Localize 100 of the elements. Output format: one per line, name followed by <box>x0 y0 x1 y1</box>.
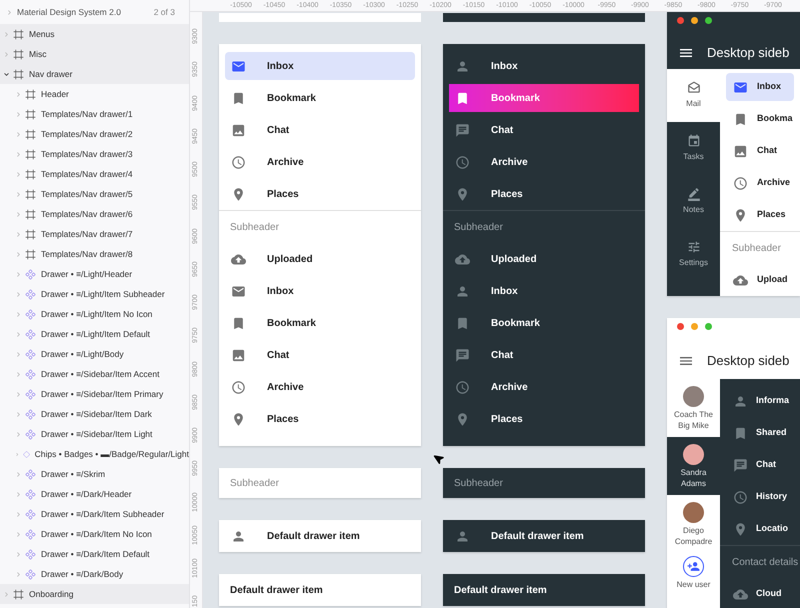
layer-row[interactable]: Drawer • ≡/Dark/Item No Icon <box>0 524 189 544</box>
drawer-item[interactable]: Bookmark <box>225 84 415 112</box>
layer-row[interactable]: Drawer • ≡/Sidebar/Item Primary <box>0 384 189 404</box>
caret-right-icon[interactable] <box>15 210 22 218</box>
drawer-item[interactable]: Cloud <box>726 580 794 608</box>
caret-right-icon[interactable] <box>6 8 13 16</box>
drawer-item[interactable]: Places <box>225 180 415 208</box>
layer-row[interactable]: Drawer • ≡/Light/Item No Icon <box>0 304 189 324</box>
caret-right-icon[interactable] <box>15 110 22 118</box>
drawer-item-component: Default drawer item <box>443 574 645 606</box>
rail-item[interactable]: Mail <box>667 69 720 122</box>
drawer-item[interactable]: Inbox <box>225 52 415 80</box>
layer-row[interactable]: Drawer • ≡/Skrim <box>0 464 189 484</box>
drawer-item[interactable]: Informa <box>726 387 794 415</box>
drawer-item[interactable]: Places <box>726 201 794 229</box>
layer-row[interactable]: Templates/Nav drawer/2 <box>0 124 189 144</box>
drawer-item[interactable]: Chat <box>449 116 639 144</box>
caret-right-icon[interactable] <box>15 390 22 398</box>
frame-icon <box>13 68 24 80</box>
layer-row[interactable]: Drawer • ≡/Sidebar/Item Light <box>0 424 189 444</box>
drawer-item[interactable]: Chat <box>726 137 794 165</box>
drawer-item[interactable]: Uploaded <box>225 245 415 273</box>
drawer-item[interactable]: Archive <box>449 373 639 401</box>
caret-right-icon[interactable] <box>15 570 22 578</box>
caret-right-icon[interactable] <box>15 190 22 198</box>
drawer-item[interactable]: Uploaded <box>449 245 639 273</box>
drawer-item[interactable]: History <box>726 483 794 511</box>
layer-row[interactable]: Templates/Nav drawer/5 <box>0 184 189 204</box>
drawer-item[interactable]: Archive <box>225 148 415 176</box>
caret-right-icon[interactable] <box>15 310 22 318</box>
layer-row[interactable]: Drawer • ≡/Light/Body <box>0 344 189 364</box>
contact-rail-item[interactable]: Sandra Adams <box>667 437 720 495</box>
layer-row[interactable]: Drawer • ≡/Sidebar/Item Accent <box>0 364 189 384</box>
caret-right-icon[interactable] <box>15 510 22 518</box>
drawer-item[interactable]: Chat <box>225 116 415 144</box>
component-icon <box>25 568 36 580</box>
drawer-item[interactable]: Inbox <box>225 277 415 305</box>
caret-right-icon[interactable] <box>15 230 22 238</box>
caret-right-icon[interactable] <box>15 250 22 258</box>
layer-row[interactable]: Drawer • ≡/Dark/Item Subheader <box>0 504 189 524</box>
caret-down-icon[interactable] <box>3 70 10 78</box>
layer-row[interactable]: Templates/Nav drawer/1 <box>0 104 189 124</box>
drawer-item[interactable]: Chat <box>225 341 415 369</box>
drawer-item[interactable]: Chat <box>449 341 639 369</box>
drawer-item[interactable]: Bookmark <box>449 84 639 112</box>
drawer-item[interactable]: Chat <box>726 451 794 479</box>
layer-row[interactable]: Menus <box>0 24 189 44</box>
layer-row[interactable]: Drawer • ≡/Dark/Header <box>0 484 189 504</box>
caret-right-icon[interactable] <box>15 370 22 378</box>
layer-row[interactable]: Drawer • ≡/Light/Item Subheader <box>0 284 189 304</box>
drawer-item[interactable]: Bookmark <box>449 309 639 337</box>
drawer-item[interactable]: Inbox <box>726 73 794 101</box>
layer-row[interactable]: Drawer • ≡/Sidebar/Item Dark <box>0 404 189 424</box>
caret-right-icon[interactable] <box>15 430 22 438</box>
drawer-item[interactable]: Archive <box>449 148 639 176</box>
layer-row[interactable]: Header <box>0 84 189 104</box>
drawer-item[interactable]: Places <box>225 405 415 433</box>
caret-right-icon[interactable] <box>15 490 22 498</box>
caret-right-icon[interactable] <box>15 470 22 478</box>
caret-right-icon[interactable] <box>15 150 22 158</box>
caret-right-icon[interactable] <box>15 350 22 358</box>
drawer-item[interactable]: Inbox <box>449 277 639 305</box>
caret-right-icon[interactable] <box>3 30 10 38</box>
drawer-item[interactable]: Locatio <box>726 515 794 543</box>
drawer-item[interactable]: Bookmark <box>225 309 415 337</box>
layer-row[interactable]: Drawer • ≡/Dark/Item Default <box>0 544 189 564</box>
layer-row[interactable]: Templates/Nav drawer/4 <box>0 164 189 184</box>
drawer-item[interactable]: Bookma <box>726 105 794 133</box>
caret-right-icon[interactable] <box>15 90 22 98</box>
caret-right-icon[interactable] <box>15 170 22 178</box>
caret-right-icon[interactable] <box>15 530 22 538</box>
drawer-item[interactable]: Places <box>449 405 639 433</box>
caret-right-icon[interactable] <box>15 330 22 338</box>
drawer-item[interactable]: Places <box>449 180 639 208</box>
component-icon <box>25 328 36 340</box>
layer-row[interactable]: Templates/Nav drawer/3 <box>0 144 189 164</box>
caret-right-icon[interactable] <box>15 450 20 458</box>
drawer-item[interactable]: Inbox <box>449 52 639 80</box>
layer-row[interactable]: Templates/Nav drawer/7 <box>0 224 189 244</box>
layer-row[interactable]: Drawer • ≡/Light/Header <box>0 264 189 284</box>
drawer-item[interactable]: Archive <box>726 169 794 197</box>
drawer-item[interactable]: Upload <box>726 266 794 294</box>
caret-right-icon[interactable] <box>15 550 22 558</box>
caret-right-icon[interactable] <box>15 130 22 138</box>
caret-right-icon[interactable] <box>15 410 22 418</box>
layer-row[interactable]: Misc <box>0 44 189 64</box>
layer-row[interactable]: Chips • Badges • ▬/Badge/Regular/Light <box>0 444 189 464</box>
layer-row[interactable]: Templates/Nav drawer/8 <box>0 244 189 264</box>
layer-row[interactable]: Onboarding <box>0 584 189 604</box>
layer-row[interactable]: Drawer • ≡/Dark/Body <box>0 564 189 584</box>
layer-row[interactable]: Drawer • ≡/Light/Item Default <box>0 324 189 344</box>
pin-icon <box>455 186 470 202</box>
caret-right-icon[interactable] <box>3 590 10 598</box>
caret-right-icon[interactable] <box>3 50 10 58</box>
layer-row[interactable]: Templates/Nav drawer/6 <box>0 204 189 224</box>
layer-row[interactable]: Nav drawer <box>0 64 189 84</box>
caret-right-icon[interactable] <box>15 270 22 278</box>
drawer-item[interactable]: Archive <box>225 373 415 401</box>
caret-right-icon[interactable] <box>15 290 22 298</box>
drawer-item[interactable]: Shared <box>726 419 794 447</box>
